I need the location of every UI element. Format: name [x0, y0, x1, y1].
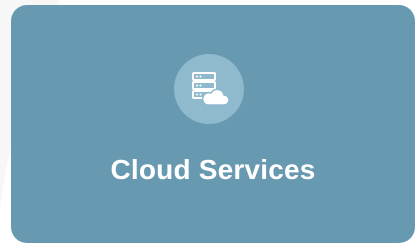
card-title: Cloud Services — [110, 154, 316, 185]
server-cloud-icon — [189, 71, 229, 107]
icon-circle — [174, 54, 244, 124]
cloud-services-card[interactable]: Cloud Services — [11, 5, 415, 243]
